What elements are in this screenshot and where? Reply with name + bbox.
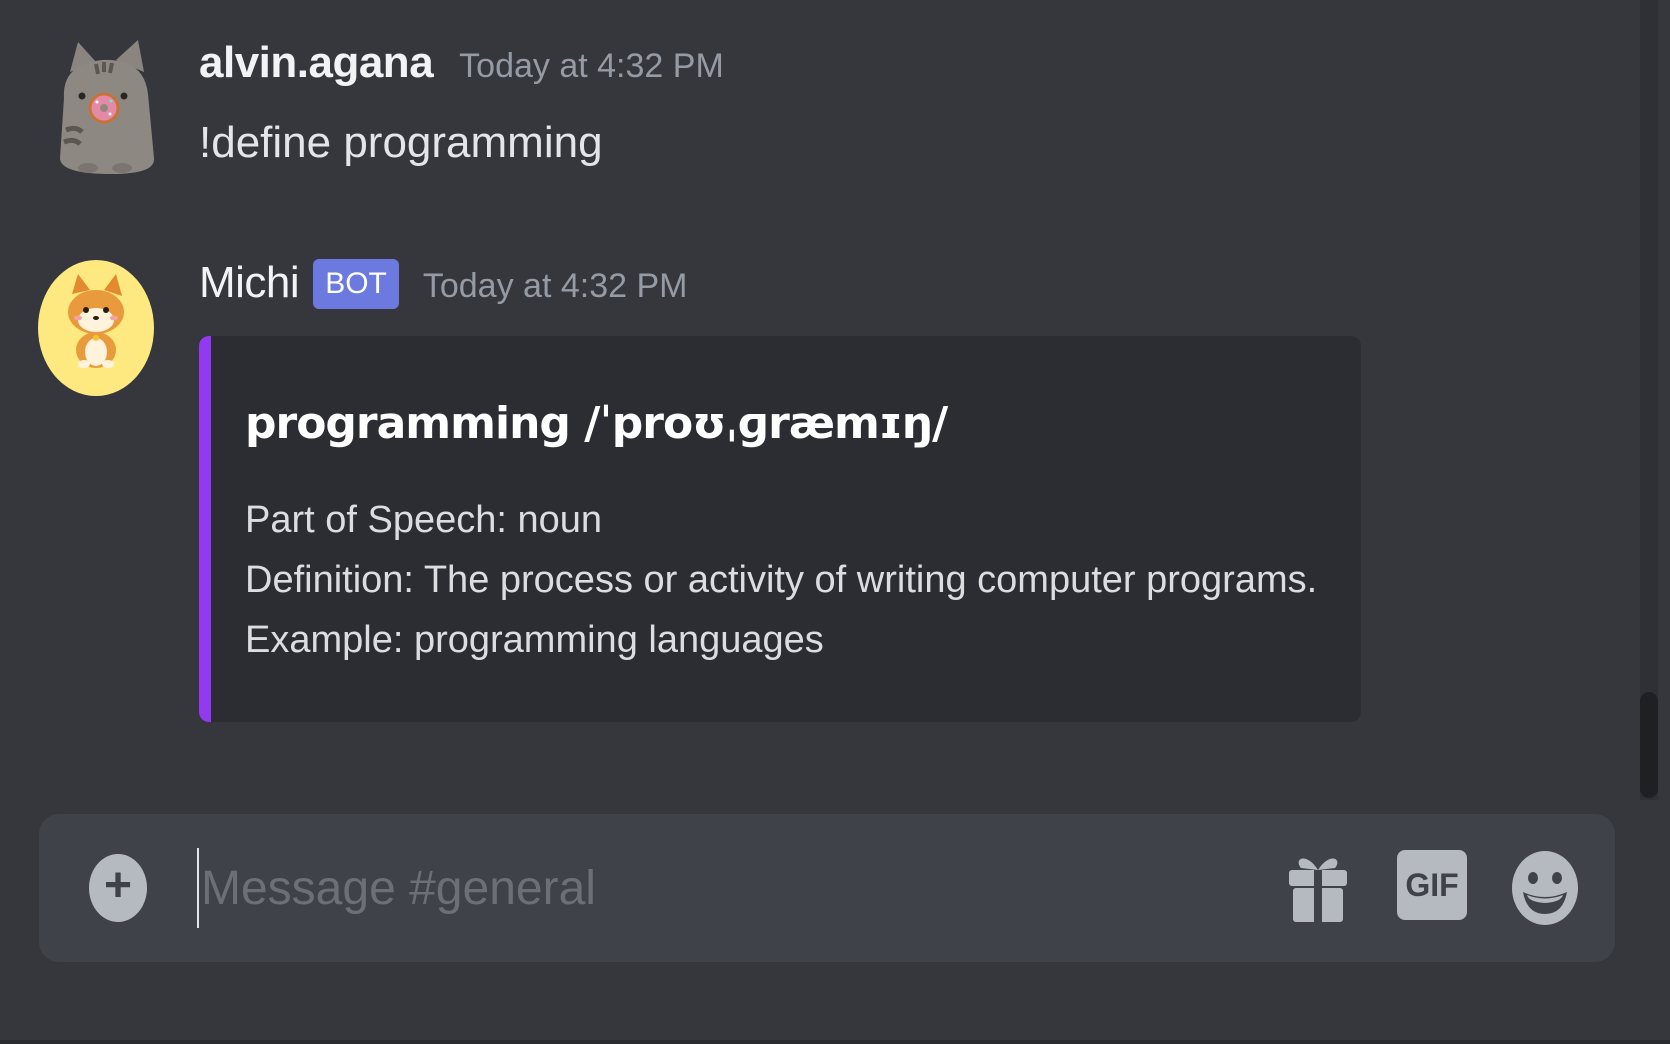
pusheen-cat-avatar[interactable]	[52, 38, 168, 176]
message-header: Michi BOT Today at 4:32 PM	[199, 258, 687, 318]
emoji-icon	[1512, 851, 1578, 925]
bot-badge: BOT	[313, 259, 399, 309]
username[interactable]: Michi	[199, 258, 300, 308]
message-input[interactable]	[197, 848, 1201, 928]
embed-accent-bar	[199, 336, 211, 722]
shiba-dog-avatar[interactable]	[38, 260, 154, 398]
message-embed: programming /ˈproʊˌɡræmɪŋ/ Part of Speec…	[199, 336, 1361, 722]
chat-window: alvin.agana Today at 4:32 PM !define pro…	[0, 0, 1670, 1044]
message-header: alvin.agana Today at 4:32 PM	[199, 38, 724, 98]
embed-title: programming /ˈproʊˌɡræmɪŋ/	[245, 398, 948, 449]
embed-line-example: Example: programming languages	[245, 619, 824, 661]
plus-icon: +	[103, 859, 133, 912]
embed-line-definition: Definition: The process or activity of w…	[245, 559, 1318, 601]
username[interactable]: alvin.agana	[199, 38, 434, 88]
scrollbar-track[interactable]	[1640, 0, 1658, 800]
gift-button[interactable]	[1287, 848, 1349, 924]
message-content: !define programming	[199, 118, 603, 167]
gif-label: GIF	[1405, 866, 1459, 903]
timestamp: Today at 4:32 PM	[459, 47, 724, 85]
scrollbar-thumb[interactable]	[1640, 692, 1658, 798]
add-attachment-button[interactable]: +	[89, 854, 147, 922]
embed-description: Part of Speech: noun Definition: The pro…	[245, 490, 1317, 670]
timestamp: Today at 4:32 PM	[422, 267, 688, 305]
emoji-button[interactable]	[1511, 850, 1579, 926]
embed-line-part-of-speech: Part of Speech: noun	[245, 499, 603, 541]
gift-icon	[1289, 858, 1347, 922]
message-list: alvin.agana Today at 4:32 PM !define pro…	[0, 0, 1622, 800]
gif-button[interactable]: GIF	[1397, 850, 1467, 920]
message-composer: + GIF	[39, 814, 1615, 962]
divider	[0, 1040, 1670, 1044]
